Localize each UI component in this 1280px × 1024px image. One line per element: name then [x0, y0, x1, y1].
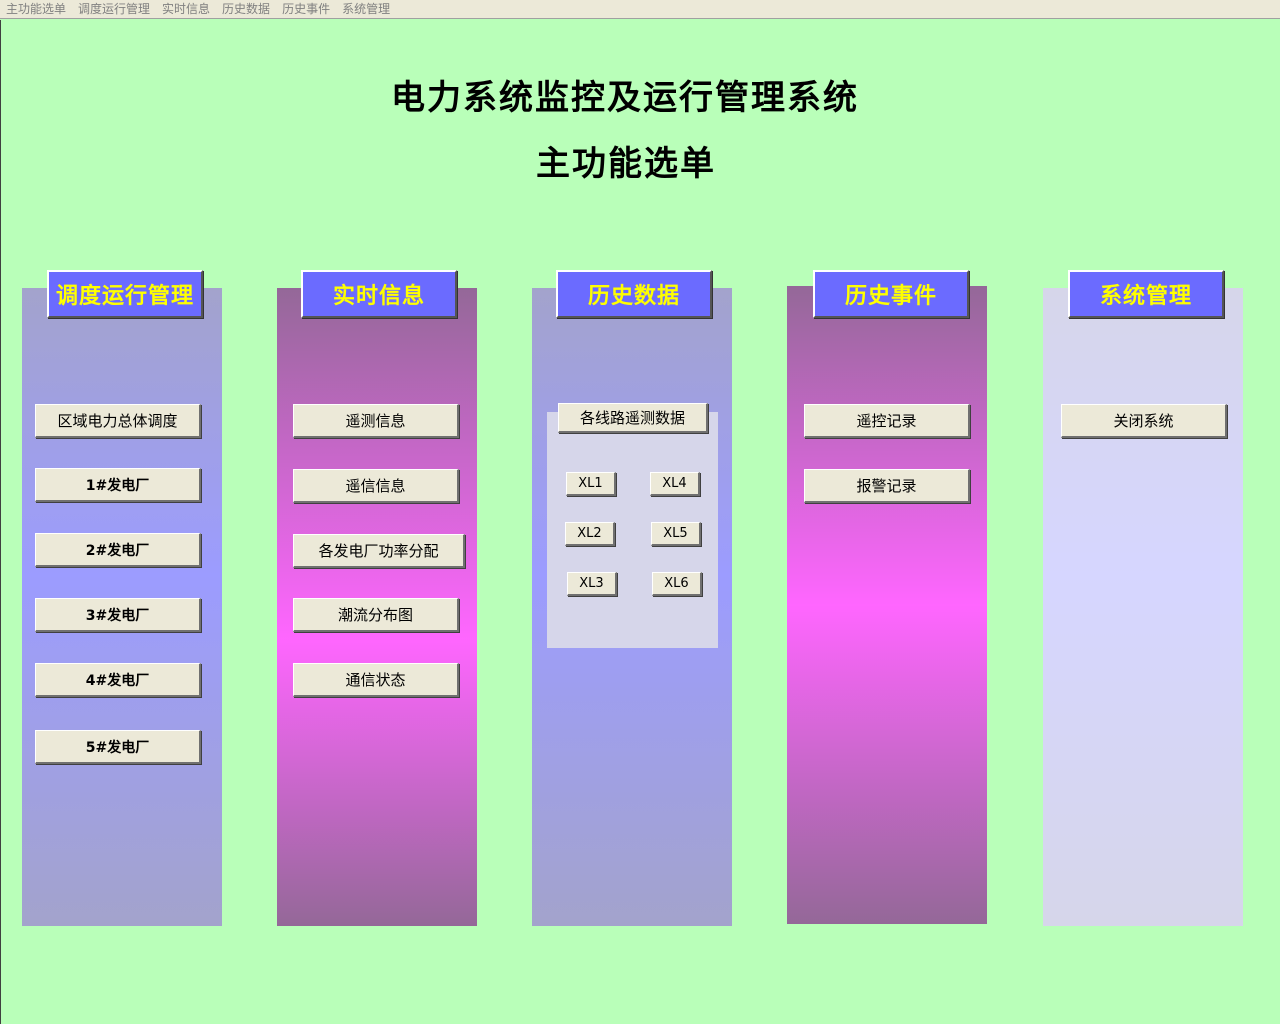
- line-xl1-button[interactable]: XL1: [566, 472, 616, 496]
- remote-control-log-button[interactable]: 遥控记录: [804, 404, 970, 438]
- history-data-header: 历史数据: [556, 270, 712, 318]
- telemetry-info-button[interactable]: 遥测信息: [293, 404, 459, 438]
- line-xl5-button[interactable]: XL5: [651, 522, 701, 546]
- system-header: 系统管理: [1068, 270, 1224, 318]
- plant-5-button[interactable]: 5#发电厂: [35, 730, 201, 764]
- plant-3-button[interactable]: 3#发电厂: [35, 598, 201, 632]
- line-xl3-button[interactable]: XL3: [567, 572, 617, 596]
- page-subtitle: 主功能选单: [536, 144, 716, 184]
- history-events-panel: [787, 286, 987, 924]
- communication-status-button[interactable]: 通信状态: [293, 663, 459, 697]
- teleindication-info-button[interactable]: 遥信信息: [293, 469, 459, 503]
- power-allocation-button[interactable]: 各发电厂功率分配: [293, 534, 465, 568]
- menu-item-history-data[interactable]: 历史数据: [216, 0, 276, 19]
- line-xl2-button[interactable]: XL2: [565, 522, 615, 546]
- menu-item-realtime[interactable]: 实时信息: [156, 0, 216, 19]
- system-panel: [1043, 288, 1243, 926]
- history-events-header: 历史事件: [813, 270, 969, 318]
- alarm-log-button[interactable]: 报警记录: [804, 469, 970, 503]
- menu-item-main[interactable]: 主功能选单: [0, 0, 72, 19]
- menu-bar: 主功能选单 调度运行管理 实时信息 历史数据 历史事件 系统管理: [0, 0, 1280, 19]
- menu-item-system[interactable]: 系统管理: [336, 0, 396, 19]
- realtime-header: 实时信息: [301, 270, 457, 318]
- regional-dispatch-button[interactable]: 区域电力总体调度: [35, 404, 201, 438]
- plant-1-button[interactable]: 1#发电厂: [35, 468, 201, 502]
- line-xl4-button[interactable]: XL4: [650, 472, 700, 496]
- plant-2-button[interactable]: 2#发电厂: [35, 533, 201, 567]
- menu-item-dispatch[interactable]: 调度运行管理: [72, 0, 156, 19]
- power-flow-diagram-button[interactable]: 潮流分布图: [293, 598, 459, 632]
- page-title: 电力系统监控及运行管理系统: [391, 78, 859, 118]
- line-xl6-button[interactable]: XL6: [652, 572, 702, 596]
- menu-item-history-events[interactable]: 历史事件: [276, 0, 336, 19]
- line-telemetry-data-button[interactable]: 各线路遥测数据: [558, 403, 708, 433]
- close-system-button[interactable]: 关闭系统: [1061, 404, 1227, 438]
- plant-4-button[interactable]: 4#发电厂: [35, 663, 201, 697]
- dispatch-header: 调度运行管理: [47, 270, 203, 318]
